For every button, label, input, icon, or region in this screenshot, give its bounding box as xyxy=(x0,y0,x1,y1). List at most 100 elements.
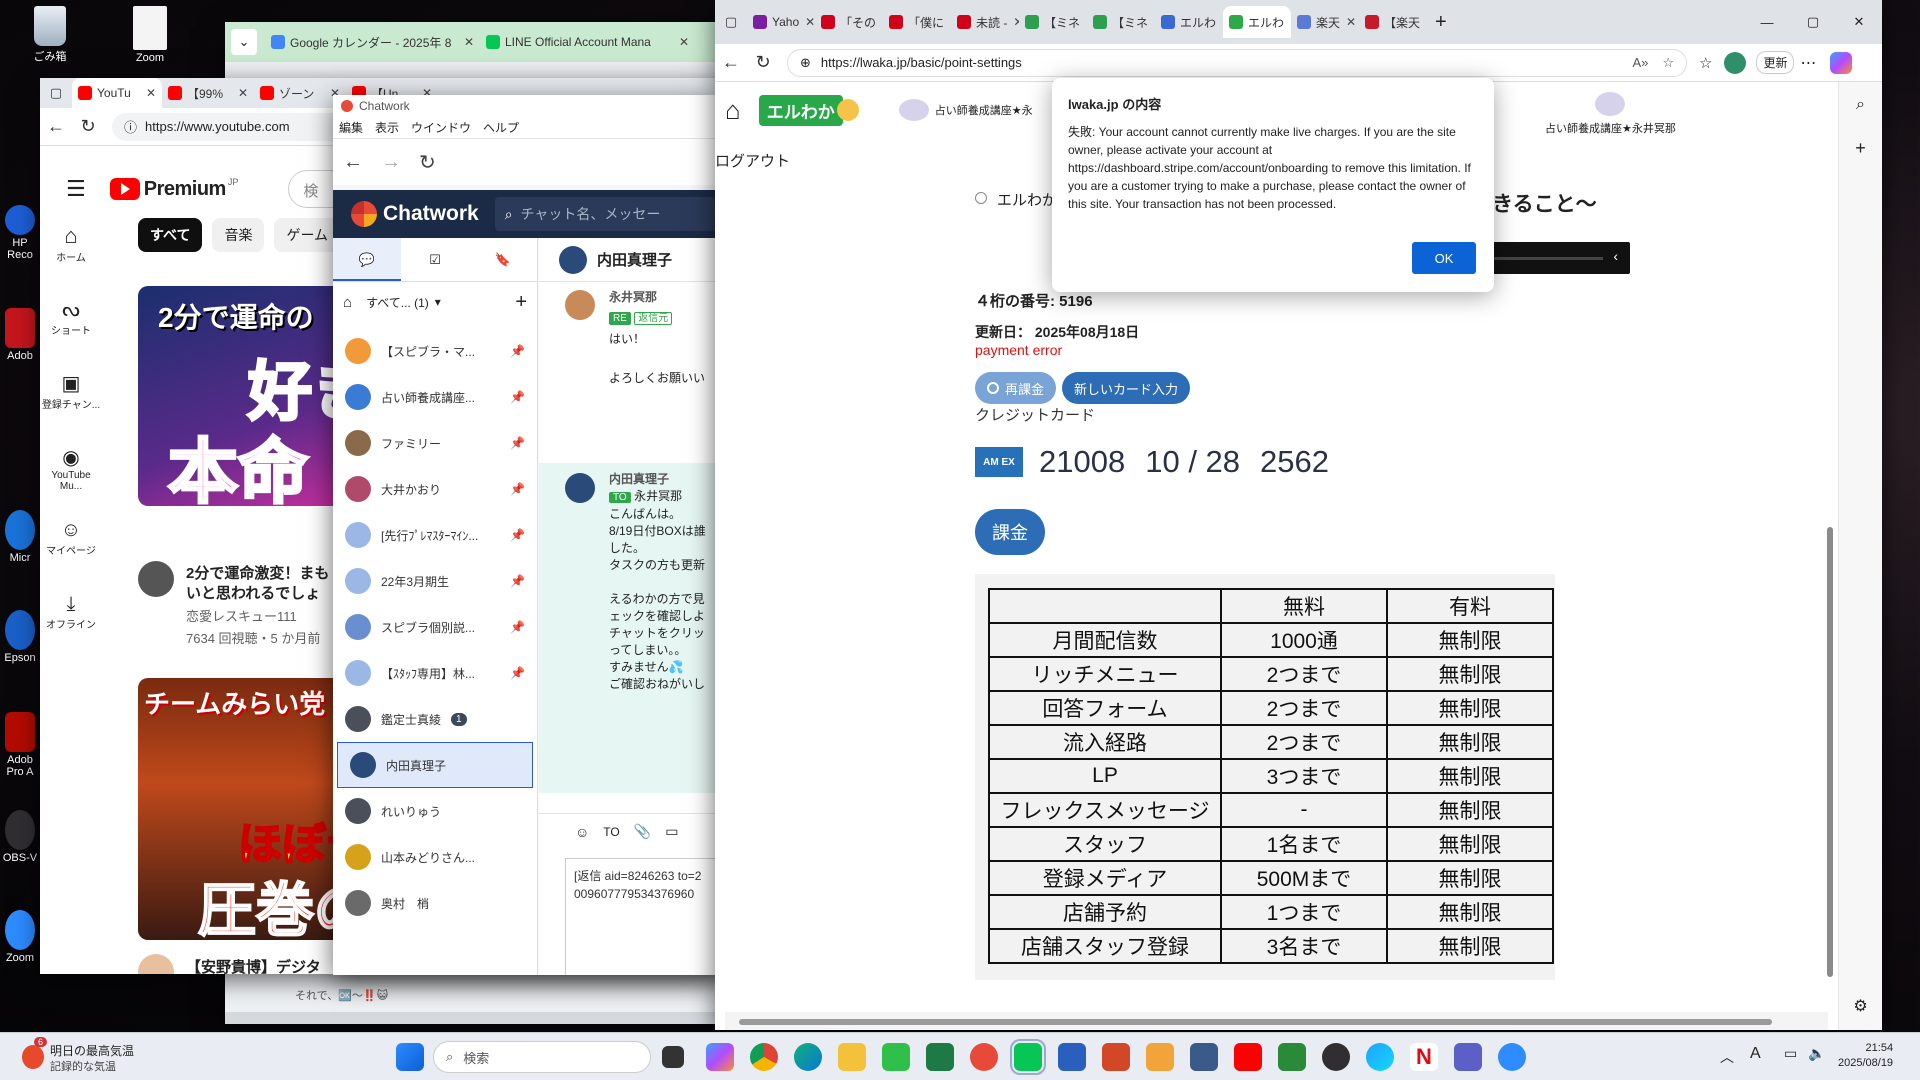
video-title[interactable]: 2分で運命激変！まも xyxy=(186,562,329,583)
sidebar-item-room[interactable]: ファミリー 📌 xyxy=(333,420,537,466)
browser-tab[interactable]: 【楽天✕ xyxy=(1359,6,1427,38)
update-button[interactable]: 更新 xyxy=(1756,51,1795,74)
ime-indicator[interactable]: A xyxy=(1750,1045,1761,1063)
close-icon[interactable]: ✕ xyxy=(944,15,951,29)
nav-downloads[interactable]: ⤓ オフライン xyxy=(40,593,102,667)
settings-gear-icon[interactable]: ⚙ xyxy=(1839,996,1882,1016)
plan-radio[interactable] xyxy=(975,192,987,204)
sidebar-item-room[interactable]: 内田真理子 xyxy=(337,742,533,788)
logout-link[interactable]: ログアウト xyxy=(715,150,790,171)
account-avatar-right[interactable]: 占い師養成講座★永井冥那 xyxy=(1545,92,1676,136)
chip-all[interactable]: すべて xyxy=(138,218,203,252)
desktop-icon-adobe-pro[interactable]: Adob Pro A xyxy=(0,712,40,778)
reload-icon[interactable]: ↻ xyxy=(419,150,436,175)
pin-icon[interactable]: 📌 xyxy=(510,344,525,358)
close-icon[interactable]: ✕ xyxy=(458,35,474,49)
close-icon[interactable]: ✕ xyxy=(876,15,883,29)
taskbar-search-input[interactable]: ⌕ 検索 xyxy=(433,1041,651,1073)
erwaka-logo[interactable]: エルわか xyxy=(758,94,843,126)
tab-youtube-2[interactable]: 【99% ✕ xyxy=(162,78,254,109)
excel-icon[interactable] xyxy=(926,1043,954,1071)
sidebar-item-room[interactable]: れいりゅう xyxy=(333,788,537,834)
close-icon[interactable]: ✕ xyxy=(799,15,815,29)
new-tab-icon[interactable]: + xyxy=(1435,11,1447,34)
pin-icon[interactable]: 📌 xyxy=(510,574,525,588)
close-icon[interactable]: ✕ xyxy=(1340,15,1356,29)
minimize-icon[interactable]: — xyxy=(1744,15,1790,30)
browser-tab[interactable]: 【ミネ✕ xyxy=(1019,6,1087,38)
chevron-down-icon[interactable]: ▾ xyxy=(435,295,441,309)
close-icon[interactable]: ✕ xyxy=(232,86,248,100)
recharge-button[interactable]: 再課金 xyxy=(975,372,1057,404)
home-icon[interactable]: ⌂ xyxy=(725,95,741,126)
forward-icon[interactable]: → xyxy=(381,151,401,174)
tab-line-official[interactable]: LINE Official Account Mana ✕ xyxy=(480,26,695,58)
close-icon[interactable]: ✕ xyxy=(1284,15,1291,29)
app-icon[interactable] xyxy=(1366,1043,1394,1071)
video-title-line2[interactable]: いと思われるでしょ xyxy=(186,582,320,603)
to-button[interactable]: TO xyxy=(603,825,619,839)
back-icon[interactable]: ← xyxy=(343,151,363,174)
app-icon[interactable] xyxy=(882,1043,910,1071)
add-icon[interactable]: + xyxy=(1839,138,1882,159)
account-name[interactable]: 占い師養成講座★永 xyxy=(935,102,1033,118)
new-card-button[interactable]: 新しいカード入力 xyxy=(1062,372,1191,404)
desktop-icon-obs[interactable]: OBS-V xyxy=(0,810,40,864)
menu-help[interactable]: ヘルプ xyxy=(483,119,519,136)
back-icon[interactable]: ← xyxy=(40,116,72,137)
edge-icon[interactable] xyxy=(794,1043,822,1071)
sidebar-item-room[interactable]: スピブラ個別説... 📌 xyxy=(333,604,537,650)
menu-view[interactable]: 表示 xyxy=(375,119,399,136)
video-title[interactable]: 【安野貴博】デジタ xyxy=(186,956,321,974)
browser-tab[interactable]: 未読 - ✕ xyxy=(951,6,1019,38)
sidebar-item-room[interactable]: 【ｽﾀｯﾌ専用】林... 📌 xyxy=(333,650,537,696)
nav-profile[interactable]: ☺ マイページ xyxy=(40,519,102,593)
pin-icon[interactable]: 📌 xyxy=(510,620,525,634)
favorite-star-icon[interactable]: ☆ xyxy=(1662,55,1674,71)
read-aloud-icon[interactable]: A» xyxy=(1632,55,1648,70)
home-icon[interactable]: ⌂ xyxy=(343,294,352,311)
tab-dropdown-button[interactable]: ⌄ xyxy=(231,29,257,55)
nav-shorts[interactable]: ᔓ ショート xyxy=(40,297,102,371)
tab-tasks[interactable]: ☑ xyxy=(401,238,469,281)
pin-icon[interactable]: 📌 xyxy=(510,666,525,680)
close-icon[interactable]: ✕ xyxy=(1420,15,1427,29)
youtube-icon[interactable] xyxy=(1234,1043,1262,1071)
start-icon[interactable] xyxy=(396,1043,424,1071)
sidebar-item-room[interactable]: 鑑定士真綾 1 xyxy=(333,696,537,742)
chatwork-icon[interactable] xyxy=(970,1043,998,1071)
close-icon[interactable]: ✕ xyxy=(1007,15,1019,29)
channel-avatar[interactable] xyxy=(138,954,174,974)
attach-icon[interactable]: 📎 xyxy=(634,823,651,840)
browser-tab[interactable]: エルわ✕ xyxy=(1223,6,1291,38)
netflix-icon[interactable]: N xyxy=(1410,1043,1438,1071)
browser-tab[interactable]: エルわ✕ xyxy=(1155,6,1223,38)
favorites-icon[interactable]: ☆ xyxy=(1699,54,1712,72)
calculator-icon[interactable] xyxy=(1190,1043,1218,1071)
room-filter-dropdown[interactable]: すべて... (1) xyxy=(366,294,429,311)
sidebar-item-room[interactable]: 【スピブラ・マ... 📌 xyxy=(333,328,537,374)
add-room-icon[interactable]: + xyxy=(515,291,527,314)
search-icon[interactable]: ⌕ xyxy=(1839,96,1882,114)
horizontal-scrollbar[interactable] xyxy=(725,1012,1828,1030)
more-options-icon[interactable]: ⋯ xyxy=(1800,53,1816,73)
browser-tab[interactable]: 【ミネ✕ xyxy=(1087,6,1155,38)
chat-avatar[interactable] xyxy=(559,245,587,274)
reload-icon[interactable]: ↻ xyxy=(747,52,779,73)
teams-icon[interactable] xyxy=(1454,1043,1482,1071)
copilot-icon[interactable] xyxy=(1830,51,1853,74)
file-explorer-icon[interactable] xyxy=(838,1043,866,1071)
copilot-icon[interactable] xyxy=(706,1043,734,1071)
youtube-logo-icon[interactable] xyxy=(109,178,140,200)
tab-google-calendar[interactable]: Google カレンダー - 2025年 8 ✕ xyxy=(265,26,480,58)
channel-avatar[interactable] xyxy=(138,561,174,597)
pin-icon[interactable]: 📌 xyxy=(510,390,525,404)
nav-subscriptions[interactable]: ▣ 登録チャン... xyxy=(40,371,102,445)
clock[interactable]: 21:54 2025/08/19 xyxy=(1838,1041,1893,1071)
sidebar-item-room[interactable]: 大井かおり 📌 xyxy=(333,466,537,512)
browser-tab[interactable]: 「その✕ xyxy=(815,6,883,38)
desktop-icon-recycle-bin[interactable]: ごみ箱 xyxy=(15,6,85,64)
tray-chevron-icon[interactable]: ︿ xyxy=(1720,1047,1734,1067)
vertical-scrollbar[interactable] xyxy=(1824,82,1836,1010)
nav-home[interactable]: ⌂ ホーム xyxy=(40,223,102,297)
